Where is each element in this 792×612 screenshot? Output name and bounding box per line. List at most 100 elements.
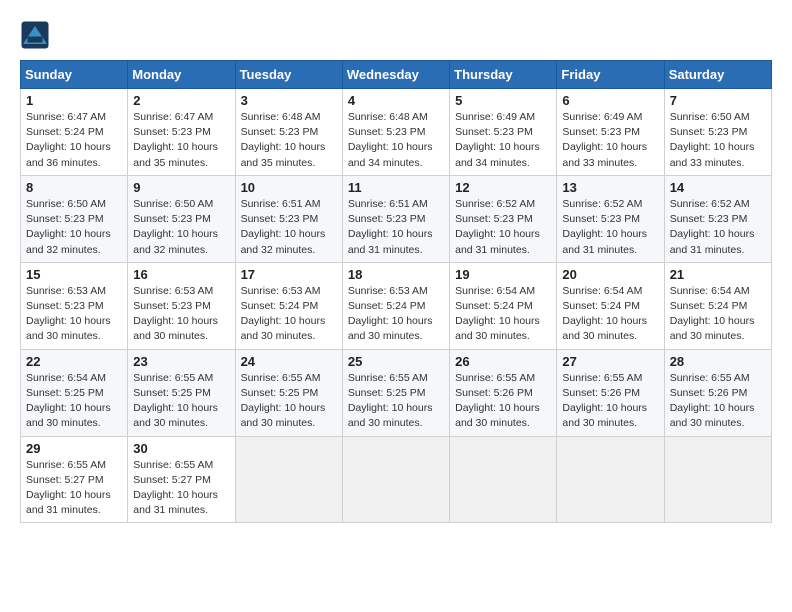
header-day: Tuesday [235,61,342,89]
day-detail: Sunrise: 6:55 AM Sunset: 5:26 PM Dayligh… [455,371,551,432]
day-detail: Sunrise: 6:55 AM Sunset: 5:25 PM Dayligh… [133,371,229,432]
day-number: 16 [133,267,229,282]
day-number: 27 [562,354,658,369]
header-day: Sunday [21,61,128,89]
calendar-cell: 19 Sunrise: 6:54 AM Sunset: 5:24 PM Dayli… [450,262,557,349]
day-detail: Sunrise: 6:52 AM Sunset: 5:23 PM Dayligh… [562,197,658,258]
calendar-cell: 12 Sunrise: 6:52 AM Sunset: 5:23 PM Dayli… [450,175,557,262]
calendar-cell: 7 Sunrise: 6:50 AM Sunset: 5:23 PM Daylig… [664,89,771,176]
calendar-cell [342,436,449,523]
day-number: 1 [26,93,122,108]
day-number: 3 [241,93,337,108]
calendar-cell: 14Sunrise: 6:52 AM Sunset: 5:23 PM Dayli… [664,175,771,262]
day-number: 30 [133,441,229,456]
day-detail: Sunrise: 6:49 AM Sunset: 5:23 PM Dayligh… [562,110,658,171]
header-day: Saturday [664,61,771,89]
calendar-body: 1 Sunrise: 6:47 AM Sunset: 5:24 PM Daylig… [21,89,772,523]
day-number: 2 [133,93,229,108]
calendar-cell: 21 Sunrise: 6:54 AM Sunset: 5:24 PM Dayli… [664,262,771,349]
calendar-cell: 30 Sunrise: 6:55 AM Sunset: 5:27 PM Dayli… [128,436,235,523]
day-number: 7 [670,93,766,108]
day-detail: Sunrise: 6:54 AM Sunset: 5:24 PM Dayligh… [562,284,658,345]
calendar-cell: 5 Sunrise: 6:49 AM Sunset: 5:23 PM Daylig… [450,89,557,176]
calendar-cell: 16 Sunrise: 6:53 AM Sunset: 5:23 PM Dayli… [128,262,235,349]
calendar-cell: 9 Sunrise: 6:50 AM Sunset: 5:23 PM Daylig… [128,175,235,262]
day-detail: Sunrise: 6:55 AM Sunset: 5:25 PM Dayligh… [348,371,444,432]
day-detail: Sunrise: 6:55 AM Sunset: 5:25 PM Dayligh… [241,371,337,432]
day-detail: Sunrise: 6:52 AM Sunset: 5:23 PM Dayligh… [455,197,551,258]
day-number: 10 [241,180,337,195]
calendar-cell [557,436,664,523]
header-row: SundayMondayTuesdayWednesdayThursdayFrid… [21,61,772,89]
calendar-cell: 2Sunrise: 6:47 AM Sunset: 5:23 PM Daylig… [128,89,235,176]
day-detail: Sunrise: 6:49 AM Sunset: 5:23 PM Dayligh… [455,110,551,171]
day-detail: Sunrise: 6:51 AM Sunset: 5:23 PM Dayligh… [348,197,444,258]
day-number: 24 [241,354,337,369]
header-day: Wednesday [342,61,449,89]
header-day: Friday [557,61,664,89]
day-number: 11 [348,180,444,195]
calendar-cell: 6 Sunrise: 6:49 AM Sunset: 5:23 PM Daylig… [557,89,664,176]
calendar-cell: 24 Sunrise: 6:55 AM Sunset: 5:25 PM Dayli… [235,349,342,436]
day-detail: Sunrise: 6:54 AM Sunset: 5:24 PM Dayligh… [455,284,551,345]
logo-icon [20,20,50,50]
day-number: 12 [455,180,551,195]
day-detail: Sunrise: 6:50 AM Sunset: 5:23 PM Dayligh… [670,110,766,171]
day-detail: Sunrise: 6:54 AM Sunset: 5:25 PM Dayligh… [26,371,122,432]
day-detail: Sunrise: 6:55 AM Sunset: 5:27 PM Dayligh… [133,458,229,519]
day-detail: Sunrise: 6:53 AM Sunset: 5:23 PM Dayligh… [133,284,229,345]
day-detail: Sunrise: 6:55 AM Sunset: 5:26 PM Dayligh… [670,371,766,432]
calendar-week: 22 Sunrise: 6:54 AM Sunset: 5:25 PM Dayli… [21,349,772,436]
day-number: 9 [133,180,229,195]
calendar-cell: 28 Sunrise: 6:55 AM Sunset: 5:26 PM Dayli… [664,349,771,436]
day-detail: Sunrise: 6:53 AM Sunset: 5:23 PM Dayligh… [26,284,122,345]
logo [20,20,54,50]
calendar-cell: 4 Sunrise: 6:48 AM Sunset: 5:23 PM Daylig… [342,89,449,176]
calendar-cell: 11 Sunrise: 6:51 AM Sunset: 5:23 PM Dayli… [342,175,449,262]
calendar-cell: 8Sunrise: 6:50 AM Sunset: 5:23 PM Daylig… [21,175,128,262]
calendar-cell: 23 Sunrise: 6:55 AM Sunset: 5:25 PM Dayli… [128,349,235,436]
calendar-cell: 13 Sunrise: 6:52 AM Sunset: 5:23 PM Dayli… [557,175,664,262]
day-number: 5 [455,93,551,108]
day-number: 6 [562,93,658,108]
day-number: 14 [670,180,766,195]
calendar-cell [235,436,342,523]
calendar-cell: 20 Sunrise: 6:54 AM Sunset: 5:24 PM Dayli… [557,262,664,349]
day-number: 22 [26,354,122,369]
day-detail: Sunrise: 6:47 AM Sunset: 5:24 PM Dayligh… [26,110,122,171]
day-number: 23 [133,354,229,369]
day-number: 20 [562,267,658,282]
day-number: 19 [455,267,551,282]
calendar-cell [450,436,557,523]
calendar-cell: 1 Sunrise: 6:47 AM Sunset: 5:24 PM Daylig… [21,89,128,176]
day-number: 17 [241,267,337,282]
day-detail: Sunrise: 6:50 AM Sunset: 5:23 PM Dayligh… [133,197,229,258]
calendar-cell: 29 Sunrise: 6:55 AM Sunset: 5:27 PM Dayli… [21,436,128,523]
day-number: 13 [562,180,658,195]
header-day: Thursday [450,61,557,89]
calendar-cell: 17Sunrise: 6:53 AM Sunset: 5:24 PM Dayli… [235,262,342,349]
calendar-cell: 25 Sunrise: 6:55 AM Sunset: 5:25 PM Dayli… [342,349,449,436]
calendar-week: 1 Sunrise: 6:47 AM Sunset: 5:24 PM Daylig… [21,89,772,176]
calendar-cell: 22 Sunrise: 6:54 AM Sunset: 5:25 PM Dayli… [21,349,128,436]
day-detail: Sunrise: 6:55 AM Sunset: 5:27 PM Dayligh… [26,458,122,519]
day-number: 15 [26,267,122,282]
day-number: 8 [26,180,122,195]
day-number: 4 [348,93,444,108]
day-detail: Sunrise: 6:48 AM Sunset: 5:23 PM Dayligh… [348,110,444,171]
day-number: 28 [670,354,766,369]
calendar-table: SundayMondayTuesdayWednesdayThursdayFrid… [20,60,772,523]
day-detail: Sunrise: 6:51 AM Sunset: 5:23 PM Dayligh… [241,197,337,258]
day-number: 29 [26,441,122,456]
calendar-cell: 27 Sunrise: 6:55 AM Sunset: 5:26 PM Dayli… [557,349,664,436]
day-number: 26 [455,354,551,369]
calendar-header: SundayMondayTuesdayWednesdayThursdayFrid… [21,61,772,89]
calendar-week: 15 Sunrise: 6:53 AM Sunset: 5:23 PM Dayli… [21,262,772,349]
day-detail: Sunrise: 6:48 AM Sunset: 5:23 PM Dayligh… [241,110,337,171]
day-number: 25 [348,354,444,369]
day-number: 18 [348,267,444,282]
day-number: 21 [670,267,766,282]
day-detail: Sunrise: 6:54 AM Sunset: 5:24 PM Dayligh… [670,284,766,345]
day-detail: Sunrise: 6:55 AM Sunset: 5:26 PM Dayligh… [562,371,658,432]
calendar-cell [664,436,771,523]
